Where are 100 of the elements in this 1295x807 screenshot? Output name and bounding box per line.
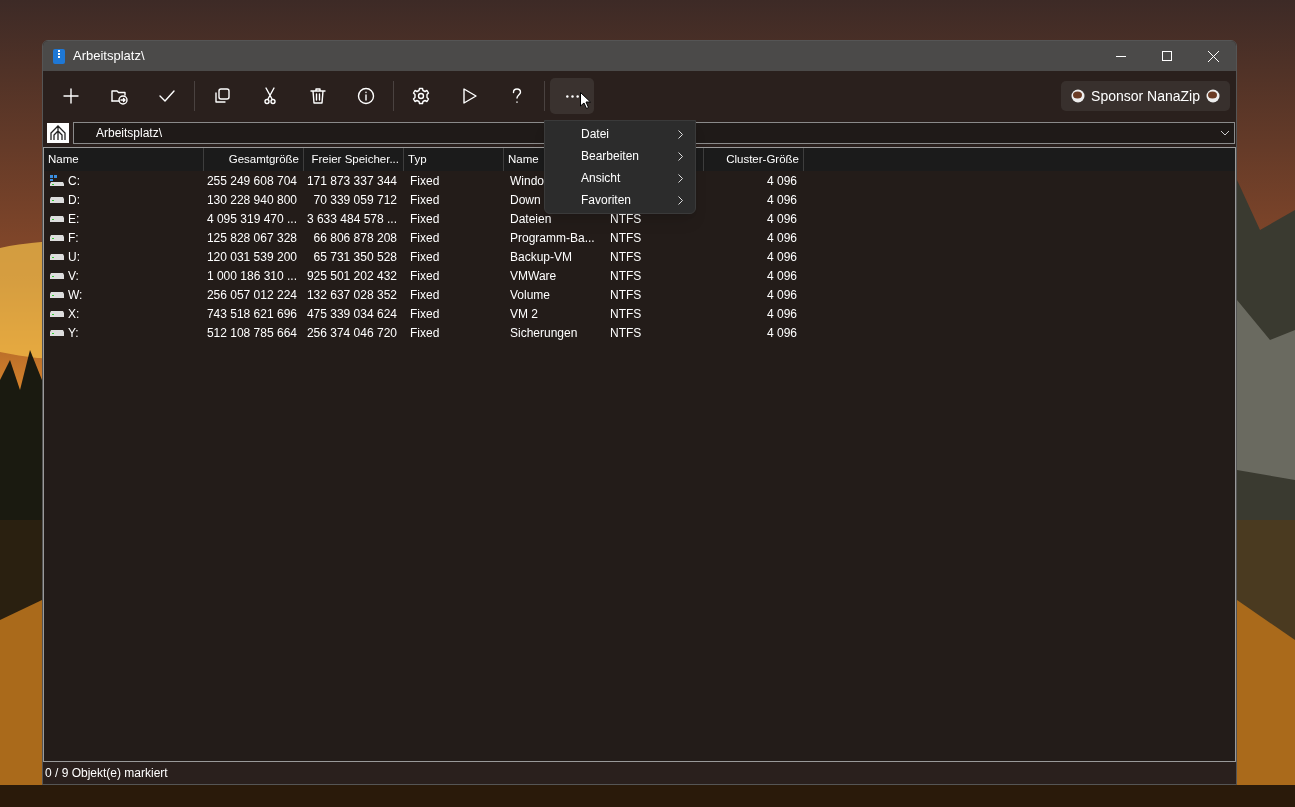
- table-cell-text: 743 518 621 696: [206, 305, 297, 323]
- table-cell-text: 4 096: [766, 324, 797, 342]
- drive-name: F:: [68, 229, 79, 247]
- drive-name: Y:: [68, 324, 79, 342]
- drive-icon: [50, 272, 64, 279]
- column-header[interactable]: Typ: [404, 148, 504, 171]
- table-cell-text: NTFS: [610, 324, 642, 342]
- table-cell-text: 70 339 059 712: [313, 191, 397, 209]
- table-cell-text: Backup-VM: [510, 248, 573, 266]
- table-cell-text: 256 374 046 720: [306, 324, 397, 342]
- table-cell-text: NTFS: [610, 248, 642, 266]
- menu-item[interactable]: Datei: [545, 123, 695, 145]
- trash-icon: [309, 87, 327, 105]
- column-header[interactable]: Cluster-Größe: [704, 148, 804, 171]
- dropdown-icon[interactable]: [1220, 130, 1230, 136]
- table-cell-text: 66 806 878 208: [313, 229, 397, 247]
- table-cell-text: Fixed: [410, 172, 440, 190]
- close-icon: [1207, 50, 1219, 62]
- column-header[interactable]: Gesamtgröße: [204, 148, 304, 171]
- gear-icon: [412, 87, 430, 105]
- drive-name: D:: [68, 191, 80, 209]
- table-cell-text: 4 096: [766, 229, 797, 247]
- drive-icon: [50, 215, 64, 222]
- table-cell-text: 4 096: [766, 172, 797, 190]
- table-cell-text: 130 228 940 800: [206, 191, 297, 209]
- folder-arrow-icon: [110, 87, 128, 105]
- menu-item[interactable]: Bearbeiten: [545, 145, 695, 167]
- table-cell-text: Dateien: [510, 210, 552, 228]
- table-cell-text: 3 633 484 578 ...: [306, 210, 397, 228]
- more-icon: [565, 94, 579, 98]
- coffee-icon: [1071, 89, 1086, 103]
- up-folder-button[interactable]: [47, 123, 69, 143]
- drive-icon: [50, 291, 64, 298]
- table-cell-text: Fixed: [410, 286, 440, 304]
- table-cell-text: 475 339 034 624: [306, 305, 397, 323]
- table-cell-text: NTFS: [610, 305, 642, 323]
- drive-name: U:: [68, 248, 80, 266]
- play-icon: [460, 87, 478, 105]
- info-icon: [357, 87, 375, 105]
- table-cell-text: 4 096: [766, 267, 797, 285]
- drive-name: E:: [68, 210, 80, 228]
- table-cell-text: Fixed: [410, 305, 440, 323]
- system-drive-icon: [50, 174, 64, 187]
- table-cell-text: Fixed: [410, 248, 440, 266]
- status-text: 0 / 9 Objekt(e) markiert: [44, 765, 168, 782]
- coffee-icon: [1206, 89, 1220, 103]
- table-cell-text: 925 501 202 432: [306, 267, 397, 285]
- drive-icon: [50, 234, 64, 241]
- table-cell-text: Fixed: [410, 229, 440, 247]
- archive-app-icon: [53, 48, 65, 64]
- table-cell-text: 4 096: [766, 210, 797, 228]
- drive-icon: [50, 329, 64, 336]
- table-cell-text: 256 057 012 224: [206, 286, 297, 304]
- table-cell-text: Down: [510, 191, 541, 209]
- column-header[interactable]: Name: [44, 148, 204, 171]
- table-cell-text: 65 731 350 528: [313, 248, 397, 266]
- table-cell-text: Fixed: [410, 324, 440, 342]
- drive-icon: [50, 310, 64, 317]
- table-cell-text: 4 095 319 470 ...: [206, 210, 297, 228]
- table-cell-text: 4 096: [766, 286, 797, 304]
- table-cell-text: Fixed: [410, 267, 440, 285]
- drive-name: V:: [68, 267, 79, 285]
- table-cell-text: 120 031 539 200: [206, 248, 297, 266]
- menu-item[interactable]: Favoriten: [545, 189, 695, 211]
- table-cell-text: NTFS: [610, 229, 642, 247]
- table-cell-text: 171 873 337 344: [306, 172, 397, 190]
- toolbar-button[interactable]: [550, 78, 594, 114]
- drive-icon: [50, 196, 64, 203]
- table-cell-text: Sicherungen: [510, 324, 578, 342]
- table-cell-text: NTFS: [610, 267, 642, 285]
- table-cell-text: 512 108 785 664: [206, 324, 297, 342]
- table-cell-text: Windo: [510, 172, 544, 190]
- table-cell-text: NTFS: [610, 210, 642, 228]
- table-cell-text: 132 637 028 352: [306, 286, 397, 304]
- drive-name: C:: [68, 172, 80, 190]
- sponsor-button[interactable]: Sponsor NanaZip: [1061, 81, 1230, 111]
- table-cell-text: 125 828 067 328: [206, 229, 297, 247]
- drive-name: X:: [68, 305, 80, 323]
- table-cell-text: Volume: [510, 286, 551, 304]
- window-title: Arbeitsplatz\: [73, 47, 145, 66]
- maximize-icon: [1162, 51, 1172, 61]
- table-cell-text: 4 096: [766, 305, 797, 323]
- scissors-icon: [261, 87, 279, 105]
- table-cell-text: 4 096: [766, 191, 797, 209]
- copy-icon: [213, 87, 231, 105]
- minimize-icon: [1116, 55, 1126, 57]
- table-cell-text: VM 2: [510, 305, 538, 323]
- table-cell-text: 1 000 186 310 ...: [206, 267, 297, 285]
- drive-name: W:: [68, 286, 83, 304]
- column-header[interactable]: Freier Speicher...: [304, 148, 404, 171]
- table-cell-text: Fixed: [410, 210, 440, 228]
- plus-icon: [62, 87, 80, 105]
- table-cell-text: 4 096: [766, 248, 797, 266]
- cursor-icon: [580, 92, 591, 109]
- table-cell-text: NTFS: [610, 286, 642, 304]
- table-cell-text: 255 249 608 704: [206, 172, 297, 190]
- menu-item[interactable]: Ansicht: [545, 167, 695, 189]
- table-cell-text: Fixed: [410, 191, 440, 209]
- table-cell-text: Programm-Ba...: [510, 229, 595, 247]
- table-cell-text: VMWare: [510, 267, 557, 285]
